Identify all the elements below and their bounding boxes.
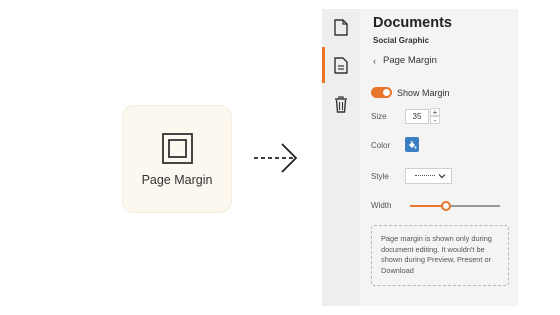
panel-title: Documents — [373, 15, 452, 31]
rail-page-button[interactable] — [322, 9, 360, 45]
back-label: Page Margin — [383, 55, 437, 66]
panel-subtitle: Social Graphic — [373, 36, 430, 45]
show-margin-row: Show Margin — [371, 87, 450, 98]
rail-delete-button[interactable] — [322, 86, 360, 122]
margin-info-note: Page margin is shown only during documen… — [371, 225, 509, 286]
show-margin-label: Show Margin — [397, 87, 450, 98]
document-lines-icon — [334, 56, 348, 74]
page-icon — [334, 18, 348, 36]
page-margin-preview-card: Page Margin — [122, 105, 232, 213]
style-dropdown[interactable] — [405, 168, 452, 184]
width-slider-thumb[interactable] — [441, 201, 451, 211]
properties-panel: Documents Social Graphic ‹ Page Margin S… — [322, 9, 518, 306]
width-slider[interactable] — [410, 200, 500, 212]
width-label: Width — [371, 201, 392, 210]
chevron-left-icon: ‹ — [373, 55, 376, 66]
panel-content: Documents Social Graphic ‹ Page Margin S… — [360, 9, 518, 306]
chevron-down-icon — [438, 174, 446, 179]
size-input[interactable]: 35 — [405, 109, 429, 124]
trash-icon — [335, 95, 347, 113]
show-margin-toggle[interactable] — [371, 87, 392, 98]
page-margin-frame-icon — [162, 133, 193, 164]
rail-document-settings-button[interactable] — [322, 47, 360, 83]
back-to-page-margin-button[interactable]: ‹ Page Margin — [373, 55, 437, 66]
size-label: Size — [371, 112, 387, 121]
dashed-arrow-right-icon — [254, 143, 298, 173]
page-margin-card-label: Page Margin — [141, 173, 213, 187]
style-label: Style — [371, 172, 389, 181]
color-label: Color — [371, 141, 391, 150]
size-stepper: + - — [430, 108, 440, 125]
paint-bucket-icon — [408, 140, 416, 148]
dotted-line-style-icon — [415, 175, 435, 176]
color-picker-button[interactable] — [405, 137, 419, 152]
size-increment-button[interactable]: + — [430, 108, 440, 117]
side-rail — [322, 9, 360, 306]
size-decrement-button[interactable]: - — [430, 116, 440, 125]
